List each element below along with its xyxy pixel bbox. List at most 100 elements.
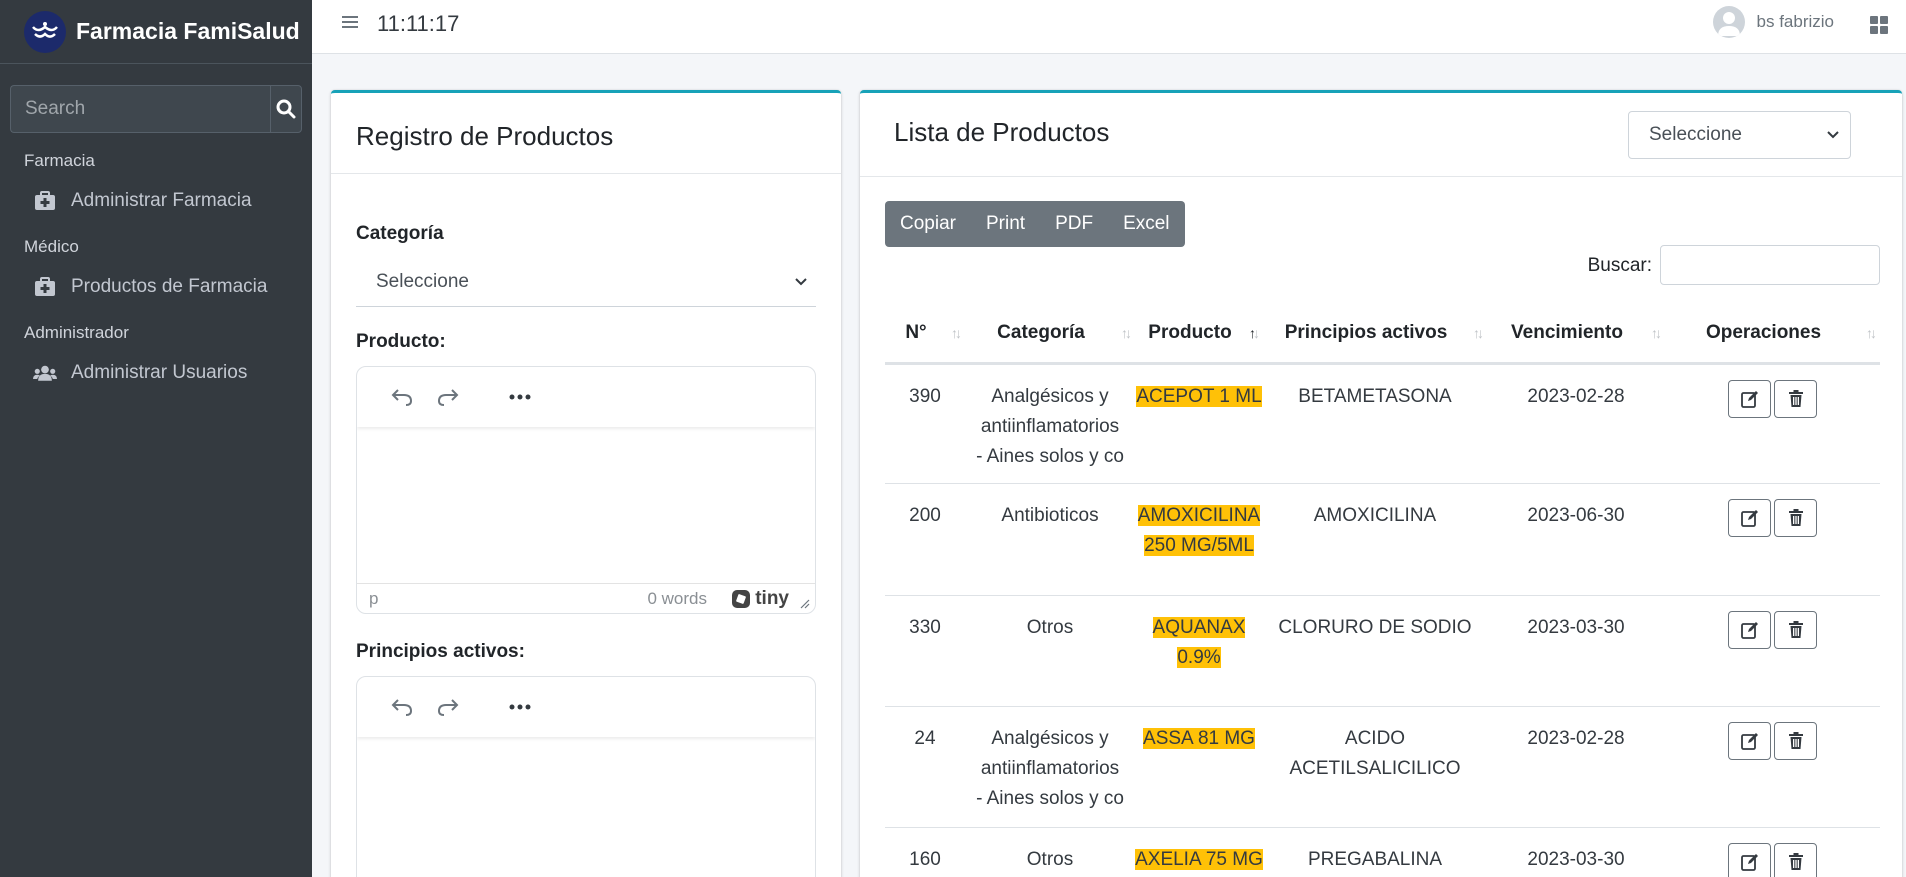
sidebar-item-administrar-usuarios[interactable]: Administrar Usuarios xyxy=(0,348,312,398)
edit-button[interactable] xyxy=(1728,842,1771,877)
redo-icon[interactable] xyxy=(425,689,471,725)
pdf-button[interactable]: PDF xyxy=(1040,201,1108,247)
lista-filter-value: Seleccione xyxy=(1649,124,1742,145)
trash-icon xyxy=(1788,389,1803,407)
registro-card-header: Registro de Productos xyxy=(331,93,841,174)
cell-vencimiento: 2023-06-30 xyxy=(1487,482,1665,595)
delete-button[interactable] xyxy=(1774,842,1817,877)
menu-toggle-icon[interactable] xyxy=(342,14,358,35)
edit-button[interactable] xyxy=(1728,721,1771,760)
cell-producto: AXELIA 75 MG xyxy=(1135,826,1263,877)
row-actions xyxy=(1671,610,1874,649)
sort-icon: ↑↓ xyxy=(951,325,962,341)
cell-operaciones xyxy=(1665,705,1880,827)
column-header-producto[interactable]: Producto ↑↓ xyxy=(1135,305,1263,365)
cell-n: 160 xyxy=(885,826,965,877)
categoria-select[interactable]: Seleccione xyxy=(356,261,816,307)
lista-card: Lista de Productos Seleccione Copiar Pri… xyxy=(860,90,1902,877)
cell-line: Otros xyxy=(1026,848,1074,870)
trash-icon xyxy=(1788,508,1803,526)
edit-icon xyxy=(1740,509,1758,527)
cell-categoria: Otros xyxy=(965,594,1135,706)
excel-button[interactable]: Excel xyxy=(1108,201,1184,247)
highlighted-text: ASSA 81 MG xyxy=(1143,727,1255,749)
cell-principios: PREGABALINA xyxy=(1263,826,1487,877)
delete-button[interactable] xyxy=(1774,379,1817,418)
cell-line: ACETILSALICILICO xyxy=(1289,757,1461,779)
brand-logo-icon xyxy=(24,10,66,53)
cell-principios: CLORURO DE SODIO xyxy=(1263,594,1487,706)
delete-button[interactable] xyxy=(1774,610,1817,649)
word-count[interactable]: 0 words xyxy=(647,589,707,609)
cell-n: 24 xyxy=(885,705,965,827)
copiar-button[interactable]: Copiar xyxy=(885,201,971,247)
apps-grid-icon[interactable] xyxy=(1870,16,1888,39)
sidebar-item-administrar-farmacia[interactable]: Administrar Farmacia xyxy=(0,176,312,226)
principios-editor[interactable] xyxy=(356,676,816,877)
cell-line: antiinflamatorios xyxy=(980,415,1120,437)
column-header-categoria[interactable]: Categoría ↑↓ xyxy=(965,305,1135,365)
highlighted-text: AXELIA 75 MG xyxy=(1135,848,1263,870)
cell-principios: AMOXICILINA xyxy=(1263,482,1487,595)
user-menu[interactable]: bs fabrizio xyxy=(1712,6,1834,38)
sidebar-item-productos-farmacia[interactable]: Productos de Farmacia xyxy=(0,262,312,312)
resize-handle-icon[interactable] xyxy=(800,599,810,609)
highlighted-text: AQUANAX xyxy=(1152,616,1246,638)
search-button[interactable] xyxy=(270,85,302,133)
chevron-down-icon xyxy=(1827,131,1839,139)
more-options-icon[interactable] xyxy=(497,379,543,415)
edit-button[interactable] xyxy=(1728,610,1771,649)
search-icon xyxy=(276,99,296,119)
medkit-icon xyxy=(33,190,57,212)
undo-icon[interactable] xyxy=(379,379,425,415)
editor-path[interactable]: p xyxy=(369,589,378,609)
categoria-label: Categoría xyxy=(356,223,444,244)
buscar-input[interactable] xyxy=(1660,245,1880,285)
producto-editor-body[interactable] xyxy=(357,427,815,583)
chevron-down-icon xyxy=(795,278,807,286)
producto-editor-statusbar: p 0 words tiny xyxy=(357,583,815,613)
cell-line: AMOXICILINA xyxy=(1313,504,1437,526)
cell-line: BETAMETASONA xyxy=(1298,385,1452,407)
cell-principios: ACIDO ACETILSALICILICO xyxy=(1263,705,1487,827)
principios-editor-body[interactable] xyxy=(357,737,815,877)
print-button[interactable]: Print xyxy=(971,201,1040,247)
avatar xyxy=(1712,6,1745,38)
sort-icon: ↑↓ xyxy=(1473,325,1484,341)
table-row: 390 Analgésicos y antiinflamatorios - Aines… xyxy=(885,362,1880,483)
lista-filter-select[interactable]: Seleccione xyxy=(1628,111,1851,159)
table-row: 24 Analgésicos y antiinflamatorios - Aines … xyxy=(885,705,1880,827)
producto-editor[interactable]: p 0 words tiny xyxy=(356,366,816,614)
registro-title: Registro de Productos xyxy=(356,121,614,151)
cell-line: PREGABALINA xyxy=(1307,848,1443,870)
tiny-icon xyxy=(732,590,751,608)
brand[interactable]: Farmacia FamiSalud xyxy=(0,0,312,64)
highlighted-text: 0.9% xyxy=(1177,646,1221,668)
redo-icon[interactable] xyxy=(425,379,471,415)
column-header-operaciones[interactable]: Operaciones ↑↓ xyxy=(1665,305,1880,365)
trash-icon xyxy=(1788,731,1803,749)
edit-icon xyxy=(1740,732,1758,750)
column-header-principios[interactable]: Principios activos ↑↓ xyxy=(1263,305,1487,365)
tiny-logo[interactable]: tiny xyxy=(731,588,789,610)
delete-button[interactable] xyxy=(1774,721,1817,760)
cell-line: - Aines solos y co xyxy=(976,787,1124,809)
column-header-n[interactable]: N° ↑↓ xyxy=(885,305,965,365)
trash-icon xyxy=(1788,620,1803,638)
undo-icon[interactable] xyxy=(379,689,425,725)
registro-card: Registro de Productos Categoría Seleccio… xyxy=(331,90,841,877)
column-header-vencimiento[interactable]: Vencimiento ↑↓ xyxy=(1487,305,1665,365)
search-input[interactable] xyxy=(10,85,270,133)
edit-button[interactable] xyxy=(1728,379,1771,418)
categoria-select-value: Seleccione xyxy=(376,271,469,292)
delete-button[interactable] xyxy=(1774,498,1817,537)
brand-name: Farmacia FamiSalud xyxy=(76,18,300,44)
row-actions xyxy=(1671,379,1874,418)
cell-line: Analgésicos y xyxy=(991,727,1109,749)
edit-button[interactable] xyxy=(1728,498,1771,537)
cell-line: - Aines solos y co xyxy=(976,445,1124,467)
cell-producto: AQUANAX 0.9% xyxy=(1135,594,1263,706)
more-options-icon[interactable] xyxy=(497,689,543,725)
cell-line: Analgésicos y xyxy=(991,385,1109,407)
cell-line: Otros xyxy=(1026,616,1074,638)
